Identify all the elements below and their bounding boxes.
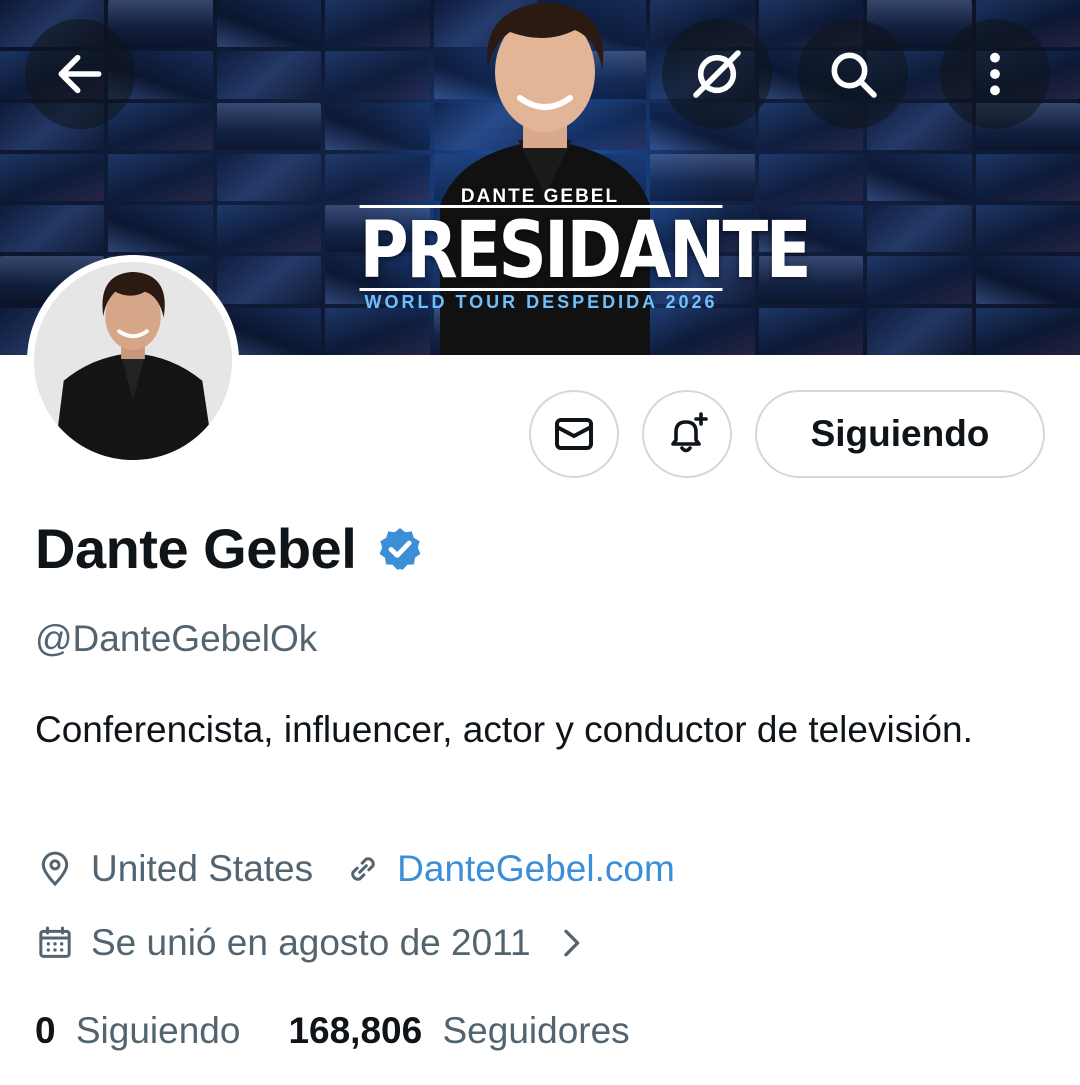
profile-website-link[interactable]: DanteGebel.com	[397, 848, 675, 890]
verified-badge-icon[interactable]	[376, 525, 424, 573]
profile-joined-row[interactable]: Se unió en agosto de 2011	[35, 922, 591, 964]
search-button[interactable]	[798, 19, 908, 129]
poster-title: PRESIDANTE	[359, 205, 812, 296]
profile-meta-row: United States DanteGebel.com	[35, 848, 675, 890]
message-button[interactable]	[529, 390, 619, 478]
profile-name-row: Dante Gebel	[35, 516, 424, 581]
chevron-right-icon	[563, 929, 579, 957]
profile-joined-date: Se unió en agosto de 2011	[91, 922, 531, 963]
poster-tour-text: WORLD TOUR DESPEDIDA 2026	[364, 292, 718, 312]
avatar[interactable]	[27, 255, 239, 467]
more-options-button[interactable]	[940, 19, 1050, 129]
profile-handle: @DanteGebelOk	[35, 618, 318, 659]
back-button[interactable]	[25, 19, 135, 129]
followers-stat[interactable]: 168,806 Seguidores	[288, 1010, 629, 1052]
calendar-icon	[39, 926, 71, 958]
search-icon	[831, 52, 877, 98]
following-stat[interactable]: 0 Siguiendo	[35, 1010, 240, 1052]
profile-name: Dante Gebel	[35, 517, 357, 580]
link-icon	[351, 857, 375, 881]
profile-stats: 0 Siguiendo 168,806 Seguidores	[35, 1010, 630, 1052]
notifications-button[interactable]	[642, 390, 732, 478]
profile-bio: Conferencista, influencer, actor y condu…	[35, 709, 973, 750]
avatar-image	[34, 262, 232, 460]
more-vertical-icon	[990, 52, 1000, 96]
bell-plus-icon	[671, 412, 708, 453]
followers-label: Seguidores	[442, 1010, 630, 1051]
following-count: 0	[35, 1010, 56, 1051]
location-pin-icon	[41, 851, 69, 887]
followers-count: 168,806	[288, 1010, 423, 1051]
profile-location: United States	[91, 848, 314, 889]
envelope-icon	[555, 418, 593, 450]
grok-icon	[693, 50, 741, 98]
grok-button[interactable]	[662, 19, 772, 129]
following-label: Siguiendo	[75, 1010, 241, 1051]
arrow-left-icon	[58, 54, 102, 94]
following-button[interactable]: Siguiendo	[755, 390, 1045, 478]
